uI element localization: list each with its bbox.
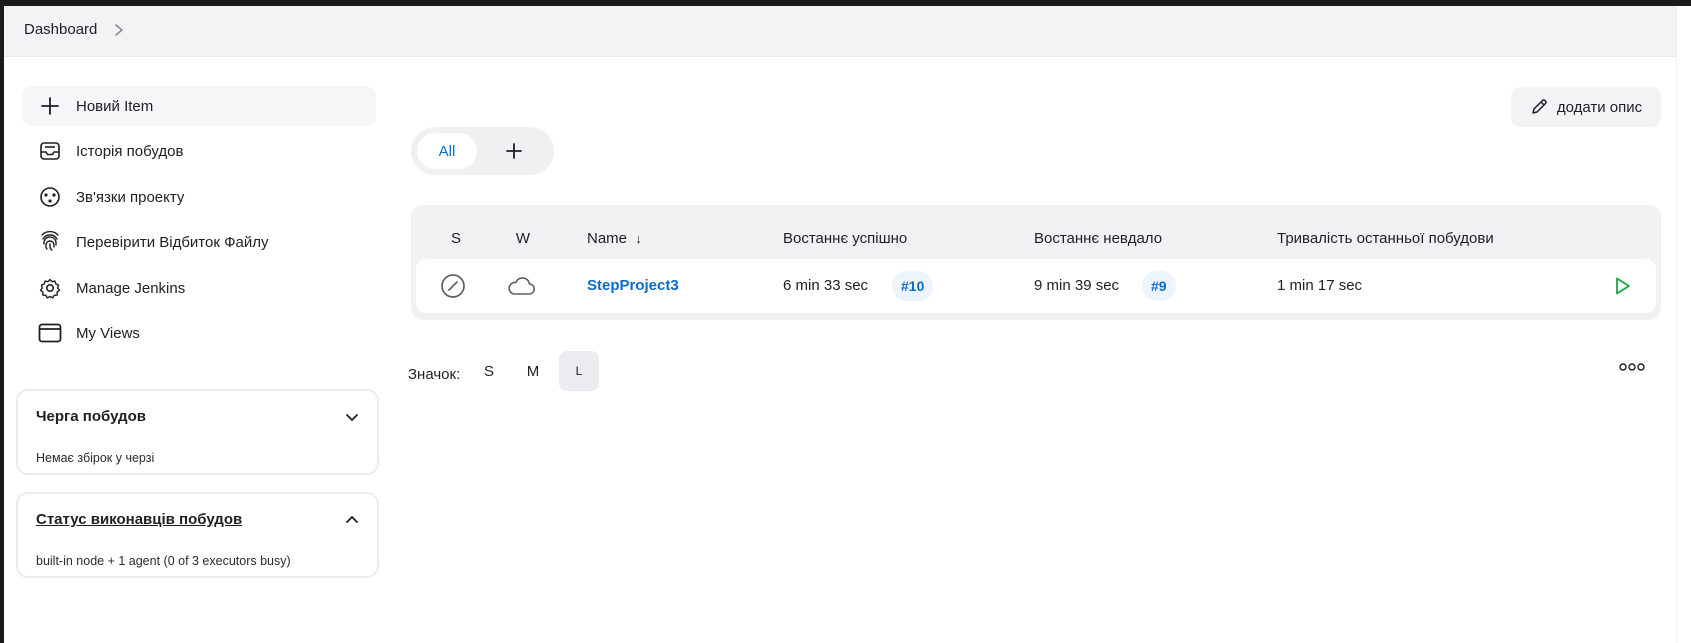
add-view-plus-icon[interactable] xyxy=(503,140,525,162)
sidebar-item-label: Новий Item xyxy=(76,97,154,115)
weather-cloud-icon[interactable] xyxy=(506,275,536,297)
fingerprint-icon xyxy=(38,230,62,254)
chevron-up-icon[interactable] xyxy=(343,511,361,529)
icon-size-l[interactable]: L xyxy=(559,351,599,391)
column-header-last-success[interactable]: Востаннє успішно xyxy=(783,230,907,247)
job-name-cell: StepProject3 xyxy=(587,277,679,294)
schedule-build-play-icon[interactable] xyxy=(1611,275,1633,297)
breadcrumb: Dashboard xyxy=(4,6,1691,57)
column-header-name-label: Name xyxy=(587,230,628,247)
column-header-name[interactable]: Name ↓ xyxy=(587,230,642,247)
build-queue-panel: Черга побудов Немає збірок у черзі xyxy=(16,389,379,475)
column-header-weather[interactable]: W xyxy=(508,230,538,247)
sidebar-item-manage-jenkins[interactable]: Manage Jenkins xyxy=(22,268,376,308)
sidebar-item-label: Зв'язки проекту xyxy=(76,188,185,206)
build-queue-empty-text: Немає збірок у черзі xyxy=(36,451,155,465)
sidebar-item-project-relations[interactable]: Зв'язки проекту xyxy=(22,177,376,217)
jenkins-window: Dashboard Новий Item Історія побудов Зв'… xyxy=(4,6,1691,643)
tab-all[interactable]: All xyxy=(417,133,477,169)
sidebar-item-label: Перевірити Відбиток Файлу xyxy=(76,233,269,251)
build-queue-title: Черга побудов xyxy=(36,408,146,425)
sidebar-item-label: My Views xyxy=(76,324,140,342)
sidebar-item-build-history[interactable]: Історія побудов xyxy=(22,131,376,171)
executors-title-link[interactable]: Статус виконавців побудов xyxy=(36,511,242,528)
last-success-build-link[interactable]: #10 xyxy=(892,271,934,301)
scrollbar[interactable] xyxy=(1676,6,1691,643)
last-failure-time: 9 min 39 sec xyxy=(1034,277,1120,294)
table-row: StepProject3 6 min 33 sec #10 9 min 39 s… xyxy=(416,259,1656,313)
add-description-label: додати опис xyxy=(1556,98,1643,116)
executors-panel: Статус виконавців побудов built-in node … xyxy=(16,492,379,578)
plus-icon xyxy=(38,94,62,118)
window-icon xyxy=(38,321,62,345)
sidebar-item-my-views[interactable]: My Views xyxy=(22,313,376,353)
column-header-last-duration[interactable]: Тривалість останньої побудови xyxy=(1277,230,1494,247)
last-success-time: 6 min 33 sec xyxy=(783,277,869,294)
view-tabs: All xyxy=(411,127,554,175)
job-link[interactable]: StepProject3 xyxy=(587,277,679,294)
chevron-right-icon[interactable] xyxy=(112,22,126,38)
column-header-last-failure[interactable]: Востаннє невдало xyxy=(1034,230,1162,247)
icon-size-label: Значок: xyxy=(408,366,461,383)
last-failure-build-link[interactable]: #9 xyxy=(1142,271,1176,301)
column-header-status[interactable]: S xyxy=(441,230,471,247)
sort-arrow-icon: ↓ xyxy=(635,231,642,246)
legend-dots-icon[interactable] xyxy=(1618,360,1646,374)
sidebar-item-new-item[interactable]: Новий Item xyxy=(22,86,376,126)
inbox-icon xyxy=(38,139,62,163)
executors-summary: built-in node + 1 agent (0 of 3 executor… xyxy=(36,554,291,568)
gear-icon xyxy=(38,276,62,300)
last-duration: 1 min 17 sec xyxy=(1277,277,1363,294)
add-description-button[interactable]: додати опис xyxy=(1511,87,1661,127)
breadcrumb-dashboard[interactable]: Dashboard xyxy=(24,21,97,38)
sidebar-item-label: Manage Jenkins xyxy=(76,279,186,297)
icon-size-m[interactable]: M xyxy=(513,351,553,391)
relations-icon xyxy=(38,185,62,209)
status-not-built-icon[interactable] xyxy=(440,273,466,299)
jobs-table: S W Name ↓ Востаннє успішно Востаннє нев… xyxy=(411,205,1661,320)
sidebar-item-check-fingerprint[interactable]: Перевірити Відбиток Файлу xyxy=(22,222,376,262)
chevron-down-icon[interactable] xyxy=(343,408,361,426)
sidebar-item-label: Історія побудов xyxy=(76,142,184,160)
icon-size-s[interactable]: S xyxy=(469,351,509,391)
pencil-icon xyxy=(1532,99,1547,114)
